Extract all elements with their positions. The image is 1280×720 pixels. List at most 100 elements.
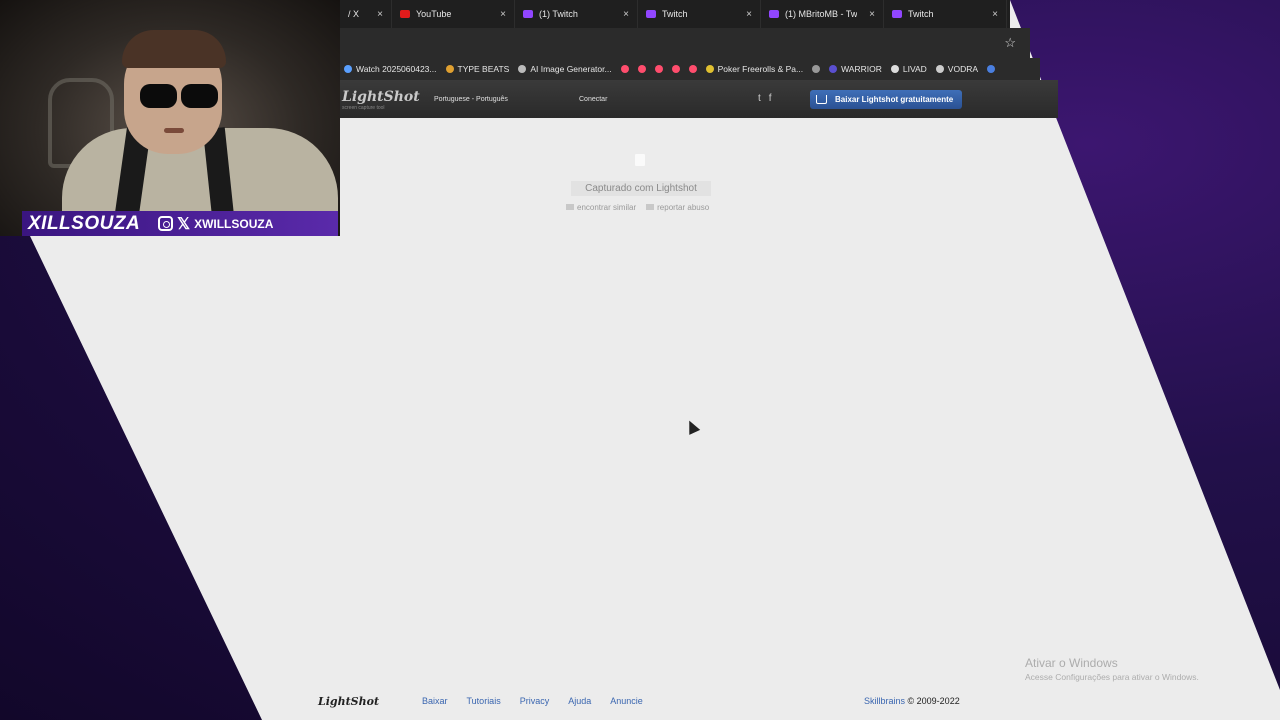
- screenshot-image[interactable]: [635, 154, 645, 166]
- streamer-namebar: XILLSOUZA 𝕏 XWILLSOUZA: [22, 211, 338, 236]
- facebook-icon[interactable]: f: [769, 93, 772, 104]
- close-icon[interactable]: ×: [623, 9, 629, 20]
- bookmark-icon: [829, 65, 838, 73]
- tab-x[interactable]: / X ×: [340, 0, 392, 28]
- copyright: Skillbrains © 2009-2022: [864, 696, 960, 706]
- instagram-icon: [158, 216, 174, 231]
- bookmarks-bar: Watch 2025060423... TYPE BEATS AI Image …: [340, 58, 1040, 80]
- footer-link[interactable]: Privacy: [520, 696, 550, 706]
- airbnb-icon: [688, 65, 697, 73]
- tab-twitch-4[interactable]: Twitch ×: [884, 0, 1007, 28]
- tab-label: (1) MBritoMB - Twitch: [785, 9, 857, 19]
- bookmark-label: AI Image Generator...: [530, 64, 612, 74]
- bookmark-item[interactable]: [620, 65, 629, 73]
- x-icon: 𝕏: [177, 215, 191, 233]
- sunglasses: [140, 84, 218, 108]
- twitch-icon: [646, 10, 656, 18]
- footer-link[interactable]: Ajuda: [568, 696, 591, 706]
- language-select[interactable]: Portuguese - Português: [434, 96, 508, 103]
- download-icon: [816, 95, 827, 104]
- close-icon[interactable]: ×: [377, 9, 383, 20]
- airbnb-icon: [654, 65, 663, 73]
- bookmark-label: VODRA: [947, 64, 979, 74]
- bookmark-item[interactable]: [654, 65, 663, 73]
- footer-links: Baixar Tutoriais Privacy Ajuda Anuncie: [422, 696, 643, 706]
- handle-label: XWILLSOUZA: [194, 216, 274, 231]
- streamer-hair: [122, 30, 226, 68]
- bookmark-item[interactable]: AI Image Generator...: [518, 64, 612, 74]
- watermark-title: Ativar o Windows: [1025, 656, 1118, 670]
- close-icon[interactable]: ×: [746, 9, 752, 20]
- bookmark-star-icon[interactable]: ☆: [1004, 35, 1016, 51]
- report-abuse-link[interactable]: reportar abuso: [646, 203, 709, 212]
- bookmark-item[interactable]: VODRA: [935, 64, 979, 74]
- windows-activation-watermark: Ativar o Windows Acesse Configurações pa…: [1025, 656, 1199, 682]
- close-icon[interactable]: ×: [500, 9, 506, 20]
- close-icon[interactable]: ×: [992, 9, 998, 20]
- bookmark-item[interactable]: LIVAD: [890, 64, 927, 74]
- image-icon: [566, 204, 574, 210]
- twitch-icon: [892, 10, 902, 18]
- bookmark-item[interactable]: TYPE BEATS: [445, 64, 510, 74]
- lightshot-header: LightShot screen capture tool Portuguese…: [340, 80, 1058, 118]
- connect-link[interactable]: Conectar: [579, 96, 607, 103]
- image-actions: encontrar similar reportar abuso: [566, 203, 709, 212]
- bookmark-icon: [518, 65, 527, 73]
- bookmark-item[interactable]: [671, 65, 680, 73]
- youtube-icon: [400, 10, 410, 18]
- mouth: [164, 128, 184, 133]
- copyright-years: © 2009-2022: [907, 696, 960, 706]
- download-button-label: Baixar Lightshot gratuitamente: [835, 95, 954, 104]
- tab-youtube[interactable]: YouTube ×: [392, 0, 515, 28]
- social-handle: 𝕏 XWILLSOUZA: [158, 214, 273, 234]
- skillbrains-link[interactable]: Skillbrains: [864, 696, 905, 706]
- bookmark-icon: [935, 65, 944, 73]
- airbnb-icon: [671, 65, 680, 73]
- twitter-icon[interactable]: t: [758, 93, 761, 104]
- tab-twitch-2[interactable]: Twitch ×: [638, 0, 761, 28]
- bookmark-label: TYPE BEATS: [457, 64, 510, 74]
- streamer-name: XILLSOUZA: [28, 212, 141, 234]
- pencil-icon: [705, 65, 714, 73]
- tab-label: Twitch: [662, 9, 688, 19]
- bookmark-label: LIVAD: [902, 64, 927, 74]
- airbnb-icon: [637, 65, 646, 73]
- bookmark-item[interactable]: Watch 2025060423...: [344, 64, 437, 74]
- lightshot-footer: LightShot Baixar Tutoriais Privacy Ajuda…: [0, 690, 1280, 712]
- social-links: t f: [758, 93, 772, 104]
- tab-label: / X: [348, 9, 360, 19]
- bookmark-label: WARRIOR: [841, 64, 882, 74]
- bookmark-item[interactable]: [987, 65, 996, 73]
- lightshot-logo[interactable]: LightShot: [342, 89, 420, 105]
- tab-strip: / X × YouTube × (1) Twitch × Twitch × (1…: [340, 0, 1010, 28]
- flag-icon: [646, 204, 655, 210]
- bookmark-item[interactable]: [637, 65, 646, 73]
- bookmark-item[interactable]: Poker Freerolls & Pa...: [705, 64, 804, 74]
- close-icon[interactable]: ×: [869, 9, 875, 20]
- bookmark-item[interactable]: [688, 65, 697, 73]
- tab-label: Twitch: [908, 9, 934, 19]
- watermark-subtitle: Acesse Configurações para ativar o Windo…: [1025, 672, 1199, 682]
- tab-twitch-3[interactable]: (1) MBritoMB - Twitch ×: [761, 0, 884, 28]
- footer-link[interactable]: Anuncie: [610, 696, 643, 706]
- twitch-icon: [523, 10, 533, 18]
- bookmark-item[interactable]: WARRIOR: [829, 64, 882, 74]
- captured-label: Capturado com Lightshot: [571, 181, 711, 196]
- bookmark-icon: [890, 65, 899, 73]
- tab-twitch-1[interactable]: (1) Twitch ×: [515, 0, 638, 28]
- download-button[interactable]: Baixar Lightshot gratuitamente: [810, 90, 962, 109]
- footer-link[interactable]: Tutoriais: [467, 696, 501, 706]
- find-similar-link[interactable]: encontrar similar: [566, 203, 636, 212]
- bookmark-label: Watch 2025060423...: [356, 64, 437, 74]
- airbnb-icon: [620, 65, 629, 73]
- report-abuse-label: reportar abuso: [657, 203, 710, 212]
- footer-link[interactable]: Baixar: [422, 696, 448, 706]
- bookmark-item[interactable]: [812, 65, 821, 73]
- bookmark-icon: [344, 65, 352, 73]
- webcam-overlay: [0, 0, 340, 236]
- bookmark-icon: [987, 65, 996, 73]
- bookmark-label: Poker Freerolls & Pa...: [717, 64, 804, 74]
- bookmark-icon: [445, 65, 454, 73]
- footer-logo[interactable]: LightShot: [318, 695, 379, 708]
- address-bar[interactable]: ☆: [340, 28, 1030, 58]
